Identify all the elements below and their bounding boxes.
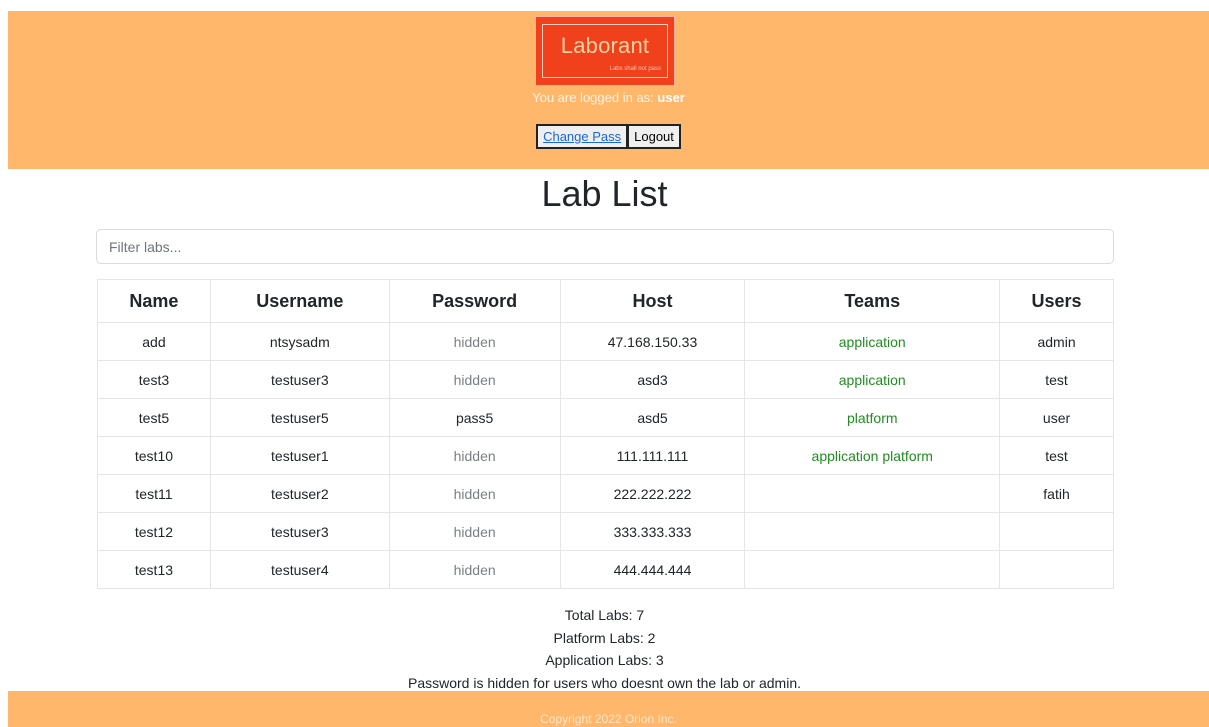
cell-password: hidden [388,436,561,475]
lab-summary: Total Labs: 7 Platform Labs: 2 Applicati… [0,604,1209,694]
filter-labs-input[interactable] [96,229,1114,264]
cell-name: test10 [97,436,211,475]
footer: Copyright 2022 Orion Inc. [8,691,1209,727]
cell-password: hidden [388,550,561,589]
cell-name: test11 [97,474,211,513]
copyright-text: Copyright 2022 Orion Inc. [540,712,677,726]
logged-in-prefix: You are logged in as: [532,90,654,105]
cell-host: 47.168.150.33 [559,322,746,361]
total-labs: Total Labs: 7 [564,607,645,623]
table-row: test12 testuser3 hidden 333.333.333 [97,512,1114,551]
cell-users: test [999,436,1114,475]
cell-host: 333.333.333 [559,512,746,551]
cell-users: user [999,398,1114,437]
logo-subtitle: Labs shall not pass [609,66,661,72]
column-header-users: Users [999,279,1114,323]
account-buttons: Change Pass Logout [8,124,1209,149]
cell-host: asd5 [559,398,746,437]
column-header-host: Host [559,279,746,323]
lab-table-body: add ntsysadm hidden 47.168.150.33 applicatio… [97,322,1114,589]
cell-teams [744,474,1001,513]
cell-name: test5 [97,398,211,437]
logged-in-status: You are logged in as: user [8,90,1209,105]
cell-teams [744,550,1001,589]
cell-password: hidden [388,474,561,513]
page-title: Lab List [541,173,668,214]
cell-username: testuser5 [209,398,390,437]
cell-teams: application [744,322,1001,361]
cell-username: testuser3 [209,360,390,399]
column-header-name: Name [97,279,211,323]
cell-username: testuser4 [209,550,390,589]
table-row: add ntsysadm hidden 47.168.150.33 applicatio… [97,322,1114,361]
cell-teams: platform [744,398,1001,437]
cell-users: test [999,360,1114,399]
lab-table: Name Username Password Host Teams Users add nt… [97,279,1114,589]
cell-password: hidden [388,360,561,399]
cell-username: testuser1 [209,436,390,475]
cell-host: 444.444.444 [559,550,746,589]
cell-username: testuser3 [209,512,390,551]
cell-users [999,550,1114,589]
platform-labs: Platform Labs: 2 [553,629,656,646]
cell-password: hidden [388,322,561,361]
logo-title: Laborant [560,33,650,58]
header: Laborant Labs shall not pass You are log… [8,11,1209,169]
application-labs: Application Labs: 3 [545,652,664,668]
column-header-teams: Teams [744,279,1001,323]
table-row: test3 testuser3 hidden asd3 application test [97,360,1114,399]
cell-password: hidden [388,512,561,551]
cell-host: 222.222.222 [559,474,746,513]
cell-teams [744,512,1001,551]
logout-button[interactable]: Logout [627,124,681,149]
cell-host: 111.111.111 [559,436,746,475]
cell-users [999,512,1114,551]
cell-username: ntsysadm [209,322,390,361]
column-header-password: Password [388,279,561,323]
cell-username: testuser2 [209,474,390,513]
logged-in-username: user [657,90,685,105]
cell-name: test3 [97,360,211,399]
table-row: test5 testuser5 pass5 asd5 platform user [97,398,1114,437]
cell-teams: application [744,360,1001,399]
cell-name: add [97,322,211,361]
logo-frame: Laborant Labs shall not pass [542,24,668,78]
laborant-logo: Laborant Labs shall not pass [535,16,675,86]
table-header-row: Name Username Password Host Teams Users [97,279,1114,323]
cell-host: asd3 [559,360,746,399]
cell-name: test12 [97,512,211,551]
cell-users: admin [999,322,1114,361]
cell-name: test13 [97,550,211,589]
cell-password: pass5 [388,398,561,437]
table-row: test13 testuser4 hidden 444.444.444 [97,550,1114,589]
cell-users: fatih [999,474,1114,513]
column-header-username: Username [209,279,390,323]
cell-teams: application platform [744,436,1001,475]
change-pass-button[interactable]: Change Pass [536,124,629,149]
table-row: test11 testuser2 hidden 222.222.222 fatih [97,474,1114,513]
table-row: test10 testuser1 hidden 111.111.111 applicat… [97,436,1114,475]
